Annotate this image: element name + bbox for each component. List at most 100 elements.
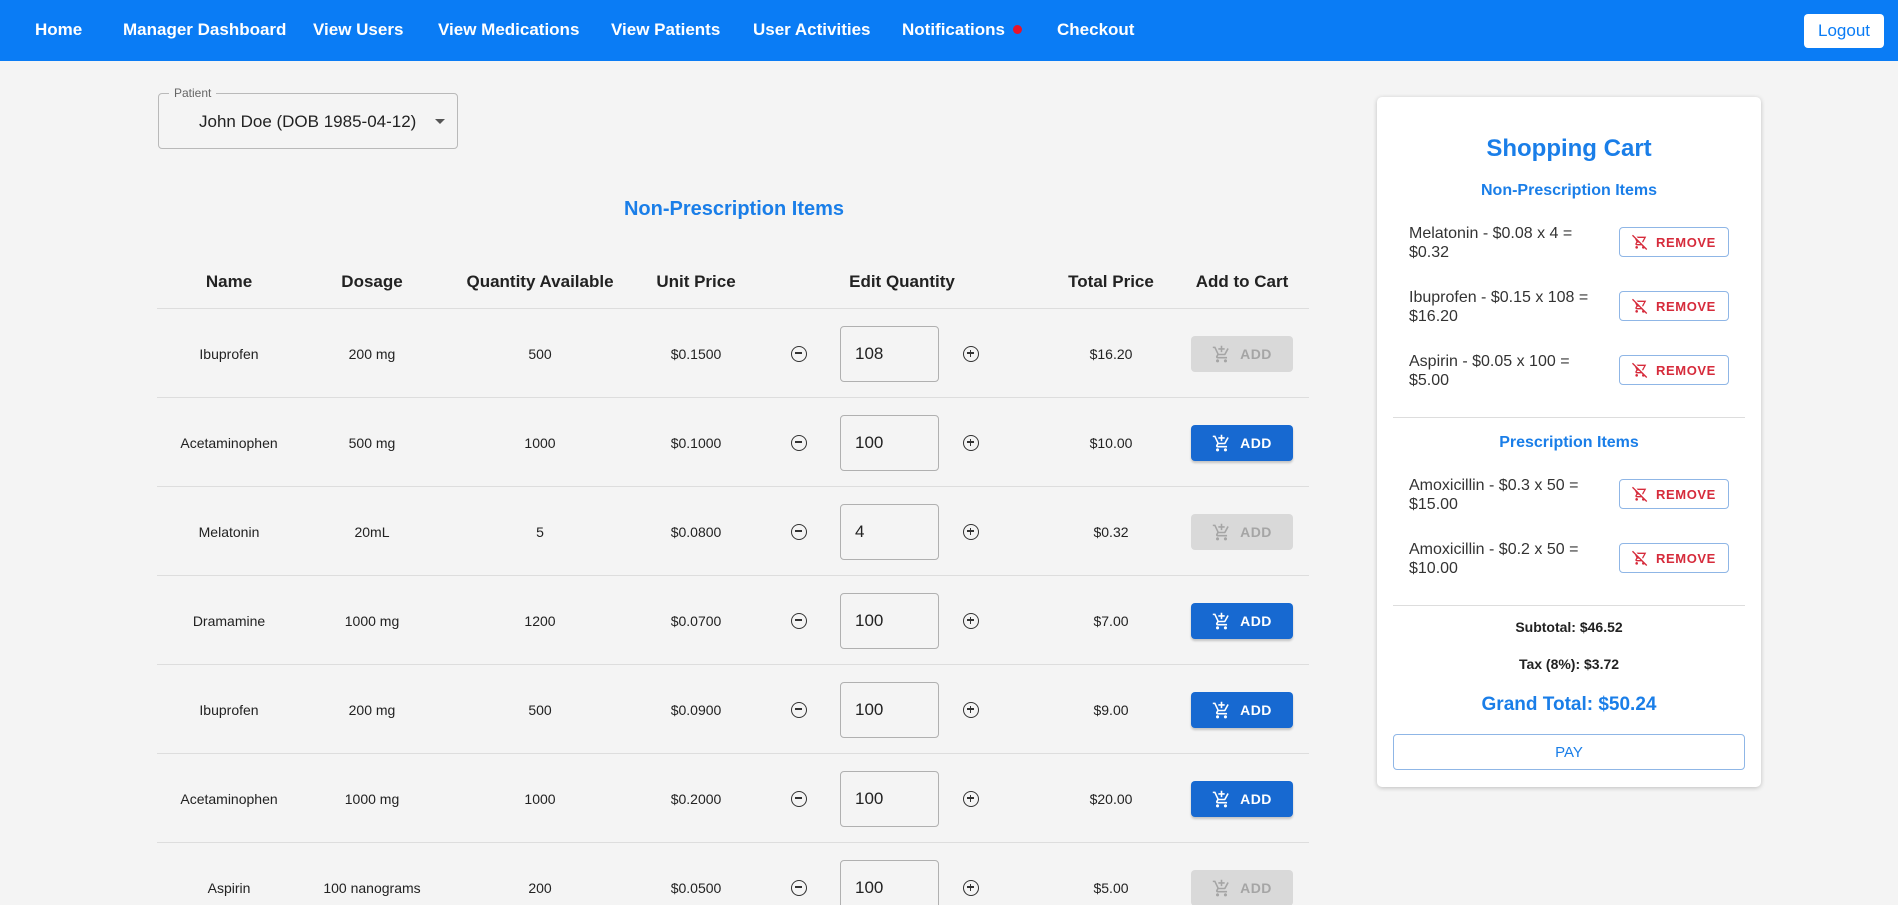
decrement-icon[interactable] <box>791 524 807 540</box>
decrement-icon[interactable] <box>791 346 807 362</box>
cart-item: Amoxicillin - $0.2 x 50 = $10.00 <box>1409 541 1579 577</box>
medication-dosage: 500 mg <box>348 434 396 451</box>
cart-item: Ibuprofen - $0.15 x 108 = $16.20 <box>1409 289 1589 325</box>
cart-title: Shopping Cart <box>1486 135 1652 162</box>
add-to-cart-button[interactable]: ADD <box>1191 603 1293 639</box>
remove-item-button[interactable]: REMOVE <box>1619 355 1729 385</box>
table-row: Acetaminophen 1000 mg 1000 $0.2000 $20.00 ADD <box>157 754 1309 843</box>
decrement-icon[interactable] <box>791 880 807 896</box>
table-row: Ibuprofen 200 mg 500 $0.0900 $9.00 ADD <box>157 665 1309 754</box>
quantity-input[interactable] <box>840 682 939 738</box>
table-row: Melatonin 20mL 5 $0.0800 $0.32 ADD <box>157 487 1309 576</box>
quantity-available: 5 <box>536 523 544 540</box>
nav-view-users[interactable]: View Users <box>313 20 403 40</box>
medication-dosage: 200 mg <box>348 345 396 362</box>
add-shopping-cart-icon <box>1212 523 1231 542</box>
caret-down-icon <box>435 119 445 124</box>
quantity-input[interactable] <box>840 504 939 560</box>
add-button-label: ADD <box>1240 880 1272 896</box>
remove-shopping-cart-icon <box>1632 486 1648 502</box>
decrement-icon[interactable] <box>791 435 807 451</box>
increment-icon[interactable] <box>963 524 979 540</box>
medication-dosage: 200 mg <box>348 701 396 718</box>
nav-view-medications[interactable]: View Medications <box>438 20 579 40</box>
cart-rx-title: Prescription Items <box>1499 434 1639 451</box>
cart-item: Melatonin - $0.08 x 4 = $0.32 <box>1409 225 1573 261</box>
nav-notifications[interactable]: Notifications <box>902 20 1022 40</box>
table-row: Dramamine 1000 mg 1200 $0.0700 $7.00 ADD <box>157 576 1309 665</box>
decrement-icon[interactable] <box>791 791 807 807</box>
quantity-input[interactable] <box>840 415 939 471</box>
add-button-label: ADD <box>1240 702 1272 718</box>
remove-shopping-cart-icon <box>1632 298 1648 314</box>
quantity-input[interactable] <box>840 771 939 827</box>
remove-item-button[interactable]: REMOVE <box>1619 227 1729 257</box>
medication-name: Acetaminophen <box>180 790 278 807</box>
unit-price: $0.0800 <box>670 523 722 540</box>
quantity-available: 500 <box>528 345 552 362</box>
unit-price: $0.0700 <box>670 612 722 629</box>
unit-price: $0.1000 <box>670 434 722 451</box>
cart-subtotal: Subtotal: $46.52 <box>1515 619 1623 635</box>
increment-icon[interactable] <box>963 346 979 362</box>
section-title: Non-Prescription Items <box>623 198 845 220</box>
cart-item: Aspirin - $0.05 x 100 = $5.00 <box>1409 353 1570 389</box>
patient-select[interactable]: Patient John Doe (DOB 1985-04-12) <box>158 86 458 149</box>
total-price: $10.00 <box>1089 434 1133 451</box>
nav-user-activities[interactable]: User Activities <box>753 20 870 40</box>
medication-name: Acetaminophen <box>180 434 278 451</box>
medication-name: Aspirin <box>207 879 251 896</box>
shopping-cart-panel: Shopping Cart Non-Prescription Items Mel… <box>1377 97 1761 787</box>
remove-shopping-cart-icon <box>1632 362 1648 378</box>
add-to-cart-button[interactable]: ADD <box>1191 514 1293 550</box>
nav-notifications-label: Notifications <box>902 20 1005 39</box>
add-shopping-cart-icon <box>1212 701 1231 720</box>
add-shopping-cart-icon <box>1212 790 1231 809</box>
unit-price: $0.2000 <box>670 790 722 807</box>
logout-button[interactable]: Logout <box>1804 14 1884 48</box>
medication-name: Dramamine <box>192 612 266 629</box>
nav-checkout[interactable]: Checkout <box>1057 20 1134 40</box>
increment-icon[interactable] <box>963 880 979 896</box>
quantity-input[interactable] <box>840 593 939 649</box>
add-to-cart-button[interactable]: ADD <box>1191 336 1293 372</box>
quantity-available: 1200 <box>524 612 556 629</box>
remove-item-button[interactable]: REMOVE <box>1619 543 1729 573</box>
nav-home[interactable]: Home <box>35 20 82 40</box>
add-to-cart-button[interactable]: ADD <box>1191 692 1293 728</box>
total-price: $16.20 <box>1089 345 1133 362</box>
increment-icon[interactable] <box>963 702 979 718</box>
medication-dosage: 1000 mg <box>344 612 400 629</box>
decrement-icon[interactable] <box>791 613 807 629</box>
add-to-cart-button[interactable]: ADD <box>1191 781 1293 817</box>
quantity-available: 1000 <box>524 790 556 807</box>
add-to-cart-button[interactable]: ADD <box>1191 425 1293 461</box>
add-shopping-cart-icon <box>1212 879 1231 898</box>
total-price: $20.00 <box>1089 790 1133 807</box>
quantity-input[interactable] <box>840 860 939 905</box>
nav-view-patients[interactable]: View Patients <box>611 20 720 40</box>
column-header-unit-price: Unit Price <box>656 272 736 291</box>
cart-divider <box>1393 605 1745 606</box>
unit-price: $0.1500 <box>670 345 722 362</box>
increment-icon[interactable] <box>963 435 979 451</box>
cart-grand-total: Grand Total: $50.24 <box>1481 694 1657 715</box>
add-shopping-cart-icon <box>1212 345 1231 364</box>
decrement-icon[interactable] <box>791 702 807 718</box>
table-row: Ibuprofen 200 mg 500 $0.1500 $16.20 ADD <box>157 309 1309 398</box>
add-shopping-cart-icon <box>1212 434 1231 453</box>
table-row: Acetaminophen 500 mg 1000 $0.1000 $10.00 ADD <box>157 398 1309 487</box>
medication-dosage: 100 nanograms <box>323 879 421 896</box>
remove-shopping-cart-icon <box>1632 550 1648 566</box>
increment-icon[interactable] <box>963 791 979 807</box>
add-shopping-cart-icon <box>1212 612 1231 631</box>
remove-item-button[interactable]: REMOVE <box>1619 291 1729 321</box>
medication-name: Ibuprofen <box>199 701 259 718</box>
nav-manager-dashboard[interactable]: Manager Dashboard <box>123 20 286 40</box>
add-button-label: ADD <box>1240 613 1272 629</box>
increment-icon[interactable] <box>963 613 979 629</box>
quantity-input[interactable] <box>840 326 939 382</box>
remove-item-button[interactable]: REMOVE <box>1619 479 1729 509</box>
add-to-cart-button[interactable]: ADD <box>1191 870 1293 905</box>
pay-button[interactable]: PAY <box>1393 734 1745 770</box>
